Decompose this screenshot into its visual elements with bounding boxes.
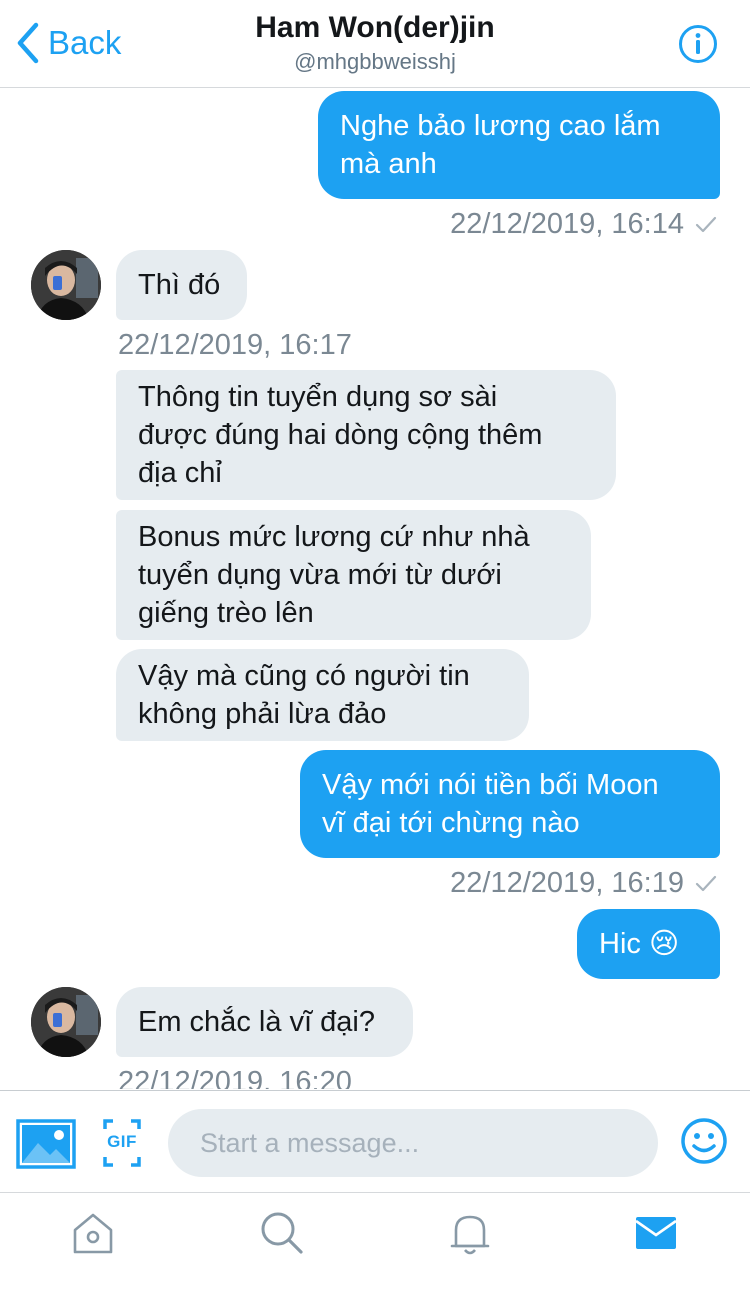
message-text: Thì đó: [138, 269, 221, 301]
gif-button[interactable]: GIF: [103, 1119, 141, 1167]
page-title: Ham Won(der)jin: [255, 11, 495, 44]
timestamp-text: 22/12/2019, 16:14: [450, 208, 684, 240]
message-text-line: Bonus mức lương cứ như nhà: [138, 521, 530, 553]
conversation-header: Back Ham Won(der)jin @mhgbbweisshj: [0, 0, 750, 88]
gif-label: GIF: [107, 1132, 137, 1151]
image-icon[interactable]: [16, 1119, 76, 1169]
message-bubble-incoming[interactable]: Vậy mà cũng có người tin không phải lừa …: [116, 649, 529, 741]
user-handle: @mhgbbweisshj: [294, 49, 456, 74]
chevron-left-icon: [17, 22, 39, 64]
info-icon[interactable]: [678, 24, 718, 64]
message-bubble-outgoing[interactable]: Vậy mới nói tiền bối Moon vĩ đại tới chừ…: [300, 750, 720, 858]
message-timestamp: 22/12/2019, 16:20: [118, 1066, 352, 1089]
read-check-icon: [695, 875, 717, 892]
message-bubble-incoming[interactable]: Bonus mức lương cứ như nhà tuyển dụng vừ…: [116, 510, 591, 640]
avatar[interactable]: [31, 250, 101, 320]
message-text-line: được đúng hai dòng cộng thêm: [138, 419, 543, 451]
message-text-line: Thông tin tuyển dụng sơ sài: [138, 381, 498, 413]
message-bubble-outgoing[interactable]: Nghe bảo lương cao lắm mà anh: [318, 91, 720, 199]
message-bubble-incoming[interactable]: Thông tin tuyển dụng sơ sài được đúng ha…: [116, 370, 616, 500]
message-bubble-incoming[interactable]: Em chắc là vĩ đại?: [116, 987, 413, 1057]
home-icon[interactable]: [70, 1210, 116, 1256]
conversation-title-block[interactable]: Ham Won(der)jin @mhgbbweisshj: [175, 10, 575, 76]
search-icon[interactable]: [259, 1210, 305, 1256]
message-text-line: Vậy mà cũng có người tin: [138, 660, 470, 692]
message-timestamp: 22/12/2019, 16:19: [450, 865, 718, 901]
message-bubble-incoming[interactable]: Thì đó: [116, 250, 247, 320]
message-bubble-outgoing[interactable]: Hic 😢: [577, 909, 720, 979]
message-text-line: mà anh: [340, 148, 437, 180]
message-timestamp: 22/12/2019, 16:14: [450, 206, 718, 242]
back-button[interactable]: Back: [14, 20, 121, 66]
message-timestamp: 22/12/2019, 16:17: [118, 329, 352, 361]
messages-envelope-icon[interactable]: [633, 1210, 679, 1256]
message-input[interactable]: [168, 1109, 658, 1177]
message-composer: GIF: [0, 1090, 750, 1193]
avatar-photo: [31, 250, 101, 320]
message-text-line: tuyển dụng vừa mới từ dưới: [138, 559, 502, 591]
message-text-line: giếng trèo lên: [138, 597, 314, 629]
timestamp-text: 22/12/2019, 16:19: [450, 867, 684, 899]
message-text-line: Vậy mới nói tiền bối Moon: [322, 769, 659, 801]
emoji-icon[interactable]: [680, 1117, 728, 1165]
message-text-line: địa chỉ: [138, 457, 222, 489]
bottom-tab-bar: [0, 1194, 750, 1293]
back-label: Back: [48, 24, 122, 61]
message-text-line: Nghe bảo lương cao lắm: [340, 110, 661, 142]
message-list[interactable]: Nghe bảo lương cao lắm mà anh 22/12/2019…: [0, 89, 750, 1089]
notifications-bell-icon[interactable]: [447, 1210, 493, 1256]
avatar[interactable]: [31, 987, 101, 1057]
message-text: Hic 😢: [599, 928, 680, 960]
message-text-line: vĩ đại tới chừng nào: [322, 807, 580, 839]
message-text: Em chắc là vĩ đại?: [138, 1006, 375, 1038]
avatar-photo: [31, 987, 101, 1057]
message-text-line: không phải lừa đảo: [138, 698, 387, 730]
read-check-icon: [695, 216, 717, 233]
